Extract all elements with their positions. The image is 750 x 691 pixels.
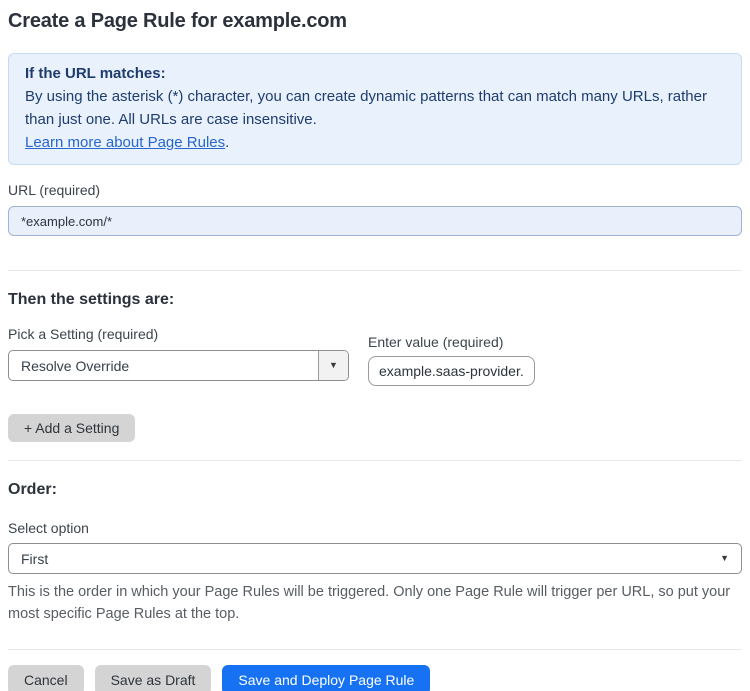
- setting-value-input[interactable]: [368, 356, 535, 386]
- save-deploy-button[interactable]: Save and Deploy Page Rule: [222, 665, 431, 691]
- add-setting-button[interactable]: + Add a Setting: [8, 414, 136, 442]
- settings-row: Pick a Setting (required) Resolve Overri…: [8, 309, 742, 386]
- link-period: .: [225, 134, 230, 151]
- page-title: Create a Page Rule for example.com: [8, 10, 347, 32]
- chevron-down-icon: ▼: [720, 553, 729, 563]
- save-draft-button[interactable]: Save as Draft: [94, 665, 212, 691]
- page-rule-form: Create a Page Rule for example.com If th…: [0, 0, 750, 691]
- setting-select-arrow-segment[interactable]: ▼: [318, 351, 348, 380]
- chevron-down-icon: ▼: [329, 360, 338, 370]
- learn-more-link[interactable]: Learn more about Page Rules: [25, 134, 225, 151]
- setting-select[interactable]: Resolve Override ▼: [8, 350, 349, 381]
- setting-value-label: Enter value (required): [368, 334, 504, 350]
- order-section-heading: Order:: [8, 481, 57, 498]
- info-box-link-line: Learn more about Page Rules.: [25, 131, 725, 154]
- order-help-text: This is the order in which your Page Rul…: [8, 584, 731, 622]
- cancel-button[interactable]: Cancel: [8, 665, 84, 691]
- url-field-label: URL (required): [8, 182, 101, 198]
- url-match-info-box: If the URL matches: By using the asteris…: [8, 53, 742, 165]
- order-select-value: First: [21, 550, 49, 567]
- info-box-heading: If the URL matches:: [25, 65, 166, 82]
- order-select-label: Select option: [8, 520, 89, 536]
- settings-section-heading: Then the settings are:: [8, 291, 175, 308]
- setting-picker-column: Pick a Setting (required) Resolve Overri…: [8, 309, 349, 381]
- setting-value-column: Enter value (required): [368, 317, 535, 386]
- order-select[interactable]: First ▼: [8, 543, 742, 574]
- info-box-body: By using the asterisk (*) character, you…: [25, 88, 707, 128]
- setting-picker-label: Pick a Setting (required): [8, 326, 159, 342]
- footer-divider: [8, 649, 742, 650]
- footer-actions: Cancel Save as Draft Save and Deploy Pag…: [8, 665, 742, 691]
- section-divider: [8, 460, 742, 461]
- setting-select-value: Resolve Override: [21, 357, 130, 374]
- url-input[interactable]: [8, 206, 742, 236]
- section-divider: [8, 270, 742, 271]
